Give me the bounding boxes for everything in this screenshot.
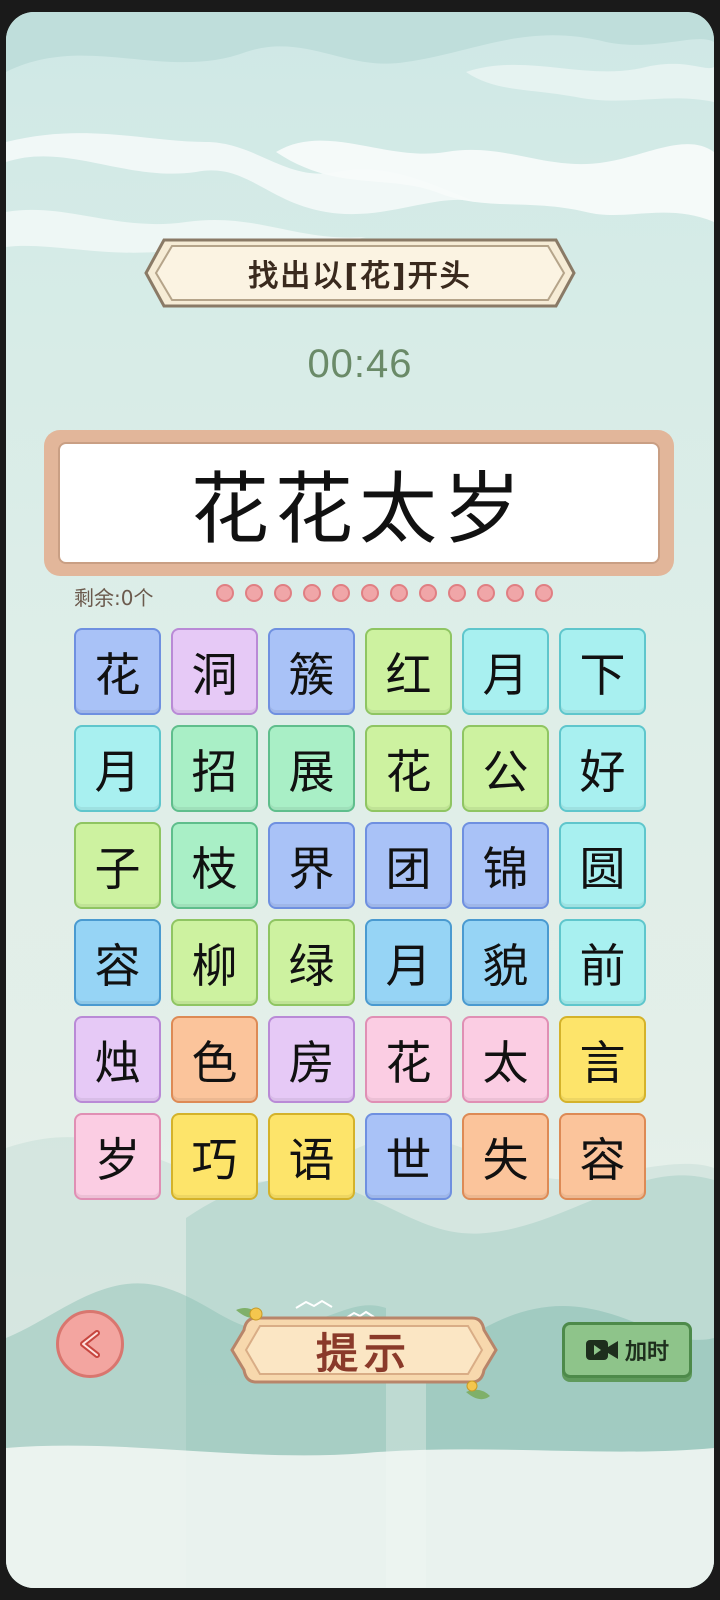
char-tile[interactable]: 花 <box>365 1016 452 1103</box>
char-tile[interactable]: 簇 <box>268 628 355 715</box>
char-tile[interactable]: 巧 <box>171 1113 258 1200</box>
progress-dot <box>477 584 495 602</box>
char-tile[interactable]: 公 <box>462 725 549 812</box>
remaining-count: 剩余:0个 <box>74 586 154 610</box>
char-tile[interactable]: 色 <box>171 1016 258 1103</box>
char-tile[interactable]: 招 <box>171 725 258 812</box>
char-tile[interactable]: 语 <box>268 1113 355 1200</box>
char-tile[interactable]: 容 <box>559 1113 646 1200</box>
progress-dot <box>419 584 437 602</box>
char-tile[interactable]: 下 <box>559 628 646 715</box>
answer-box: 花花太岁 <box>58 442 660 564</box>
char-tile[interactable]: 锦 <box>462 822 549 909</box>
game-screen: 找出以[花]开头 00:46 花花太岁 剩余:0个 花洞簇红月下月招展花公好子枝… <box>6 12 714 1588</box>
progress-dot <box>216 584 234 602</box>
char-tile[interactable]: 界 <box>268 822 355 909</box>
char-tile[interactable]: 月 <box>74 725 161 812</box>
char-tile[interactable]: 房 <box>268 1016 355 1103</box>
add-time-button[interactable]: 加时 <box>562 1322 692 1378</box>
progress-dot <box>303 584 321 602</box>
back-button[interactable] <box>56 1310 124 1378</box>
char-tile[interactable]: 月 <box>462 628 549 715</box>
char-tile[interactable]: 花 <box>74 628 161 715</box>
char-tile[interactable]: 月 <box>365 919 452 1006</box>
progress-dot <box>448 584 466 602</box>
progress-dot <box>361 584 379 602</box>
character-grid: 花洞簇红月下月招展花公好子枝界团锦圆容柳绿月貌前烛色房花太言岁巧语世失容 <box>74 628 646 1200</box>
char-tile[interactable]: 子 <box>74 822 161 909</box>
video-camera-icon <box>585 1340 618 1360</box>
char-tile[interactable]: 枝 <box>171 822 258 909</box>
back-arrow-icon <box>80 1330 100 1358</box>
char-tile[interactable]: 花 <box>365 725 452 812</box>
prompt-banner: 找出以[花]开头 <box>144 238 576 308</box>
char-tile[interactable]: 失 <box>462 1113 549 1200</box>
answer-panel: 花花太岁 <box>44 430 674 576</box>
cloud-decoration <box>6 12 714 253</box>
progress-dot <box>274 584 292 602</box>
char-tile[interactable]: 貌 <box>462 919 549 1006</box>
char-tile[interactable]: 柳 <box>171 919 258 1006</box>
char-tile[interactable]: 容 <box>74 919 161 1006</box>
char-tile[interactable]: 前 <box>559 919 646 1006</box>
countdown-timer: 00:46 <box>307 342 413 386</box>
hint-label: 提示 <box>315 1328 412 1378</box>
char-tile[interactable]: 圆 <box>559 822 646 909</box>
progress-dots <box>216 584 553 602</box>
char-tile[interactable]: 洞 <box>171 628 258 715</box>
progress-dot <box>535 584 553 602</box>
char-tile[interactable]: 红 <box>365 628 452 715</box>
char-tile[interactable]: 绿 <box>268 919 355 1006</box>
progress-row: 剩余:0个 <box>74 580 674 610</box>
add-time-label: 加时 <box>624 1340 669 1365</box>
char-tile[interactable]: 世 <box>365 1113 452 1200</box>
char-tile[interactable]: 烛 <box>74 1016 161 1103</box>
progress-dot <box>390 584 408 602</box>
char-tile[interactable]: 太 <box>462 1016 549 1103</box>
char-tile[interactable]: 展 <box>268 725 355 812</box>
answer-text: 花花太岁 <box>190 465 527 555</box>
char-tile[interactable]: 言 <box>559 1016 646 1103</box>
progress-dot <box>332 584 350 602</box>
hint-button[interactable]: 提示 <box>226 1300 502 1400</box>
char-tile[interactable]: 岁 <box>74 1113 161 1200</box>
prompt-text: 找出以[花]开头 <box>248 259 472 294</box>
char-tile[interactable]: 团 <box>365 822 452 909</box>
char-tile[interactable]: 好 <box>559 725 646 812</box>
progress-dot <box>245 584 263 602</box>
progress-dot <box>506 584 524 602</box>
